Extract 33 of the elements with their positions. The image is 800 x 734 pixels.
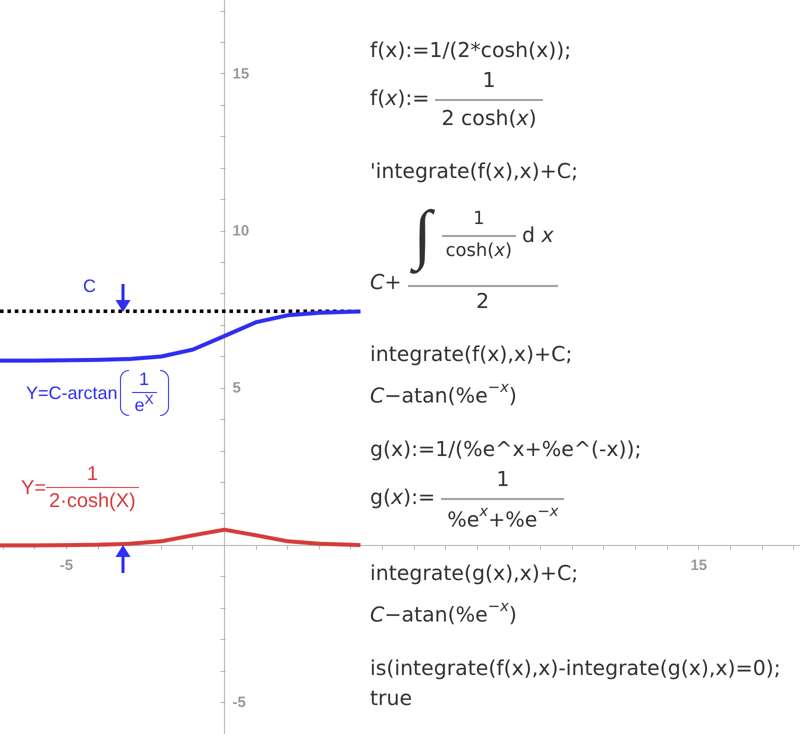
fraction-numerator: 1 — [472, 208, 486, 230]
output-text: f(x):= — [370, 86, 430, 110]
formula-text: Y=C-arctan — [26, 384, 118, 402]
fraction-denominator: 2 — [408, 285, 558, 313]
fraction-numerator: 1 — [482, 69, 497, 94]
fraction-numerator: 1 — [495, 468, 510, 494]
output-text: C−atan(%e$^{−x}$) — [370, 378, 517, 408]
formula-text: Y= — [21, 478, 46, 498]
input-line: is(integrate(f(x),x)-integrate(g(x),x)=0); — [370, 654, 781, 681]
output-text: true — [370, 684, 412, 711]
fraction-numerator: 1 — [86, 463, 99, 487]
input-line: integrate(f(x),x)+C; — [370, 341, 572, 367]
input-line: g(x):=1/(%e^x+%e^(-x)); — [370, 436, 642, 462]
output-text: C−atan(%e$^{−x}$) — [370, 596, 517, 627]
output-text: C+ — [370, 270, 402, 294]
constant-label: C — [83, 277, 96, 295]
output-text: g(x):= — [370, 485, 436, 510]
fraction-numerator: 1 — [138, 370, 150, 392]
differential-text: d x — [522, 223, 554, 247]
axis-tick-label: 10 — [232, 222, 250, 240]
input-line: f(x):=1/(2*cosh(x)); — [370, 37, 572, 63]
axis-tick-label: 15 — [690, 557, 708, 574]
input-line: 'integrate(f(x),x)+C; — [370, 158, 578, 184]
axis-tick-label: 15 — [232, 65, 250, 82]
axis-tick-label: -5 — [60, 557, 74, 574]
fraction-denominator: %e$^{x}$+%e$^{−x}$ — [441, 498, 564, 532]
fraction-denominator: 2·cosh(X) — [46, 487, 139, 513]
fraction-denominator: 2 cosh(x) — [435, 99, 543, 130]
input-line: integrate(g(x),x)+C; — [370, 560, 578, 586]
axis-tick-label: 5 — [232, 380, 241, 397]
fraction-denominator: cosh(x) — [442, 234, 516, 262]
fraction-denominator: e$^{X}$ — [132, 392, 157, 416]
axis-tick-label: -5 — [232, 694, 246, 712]
